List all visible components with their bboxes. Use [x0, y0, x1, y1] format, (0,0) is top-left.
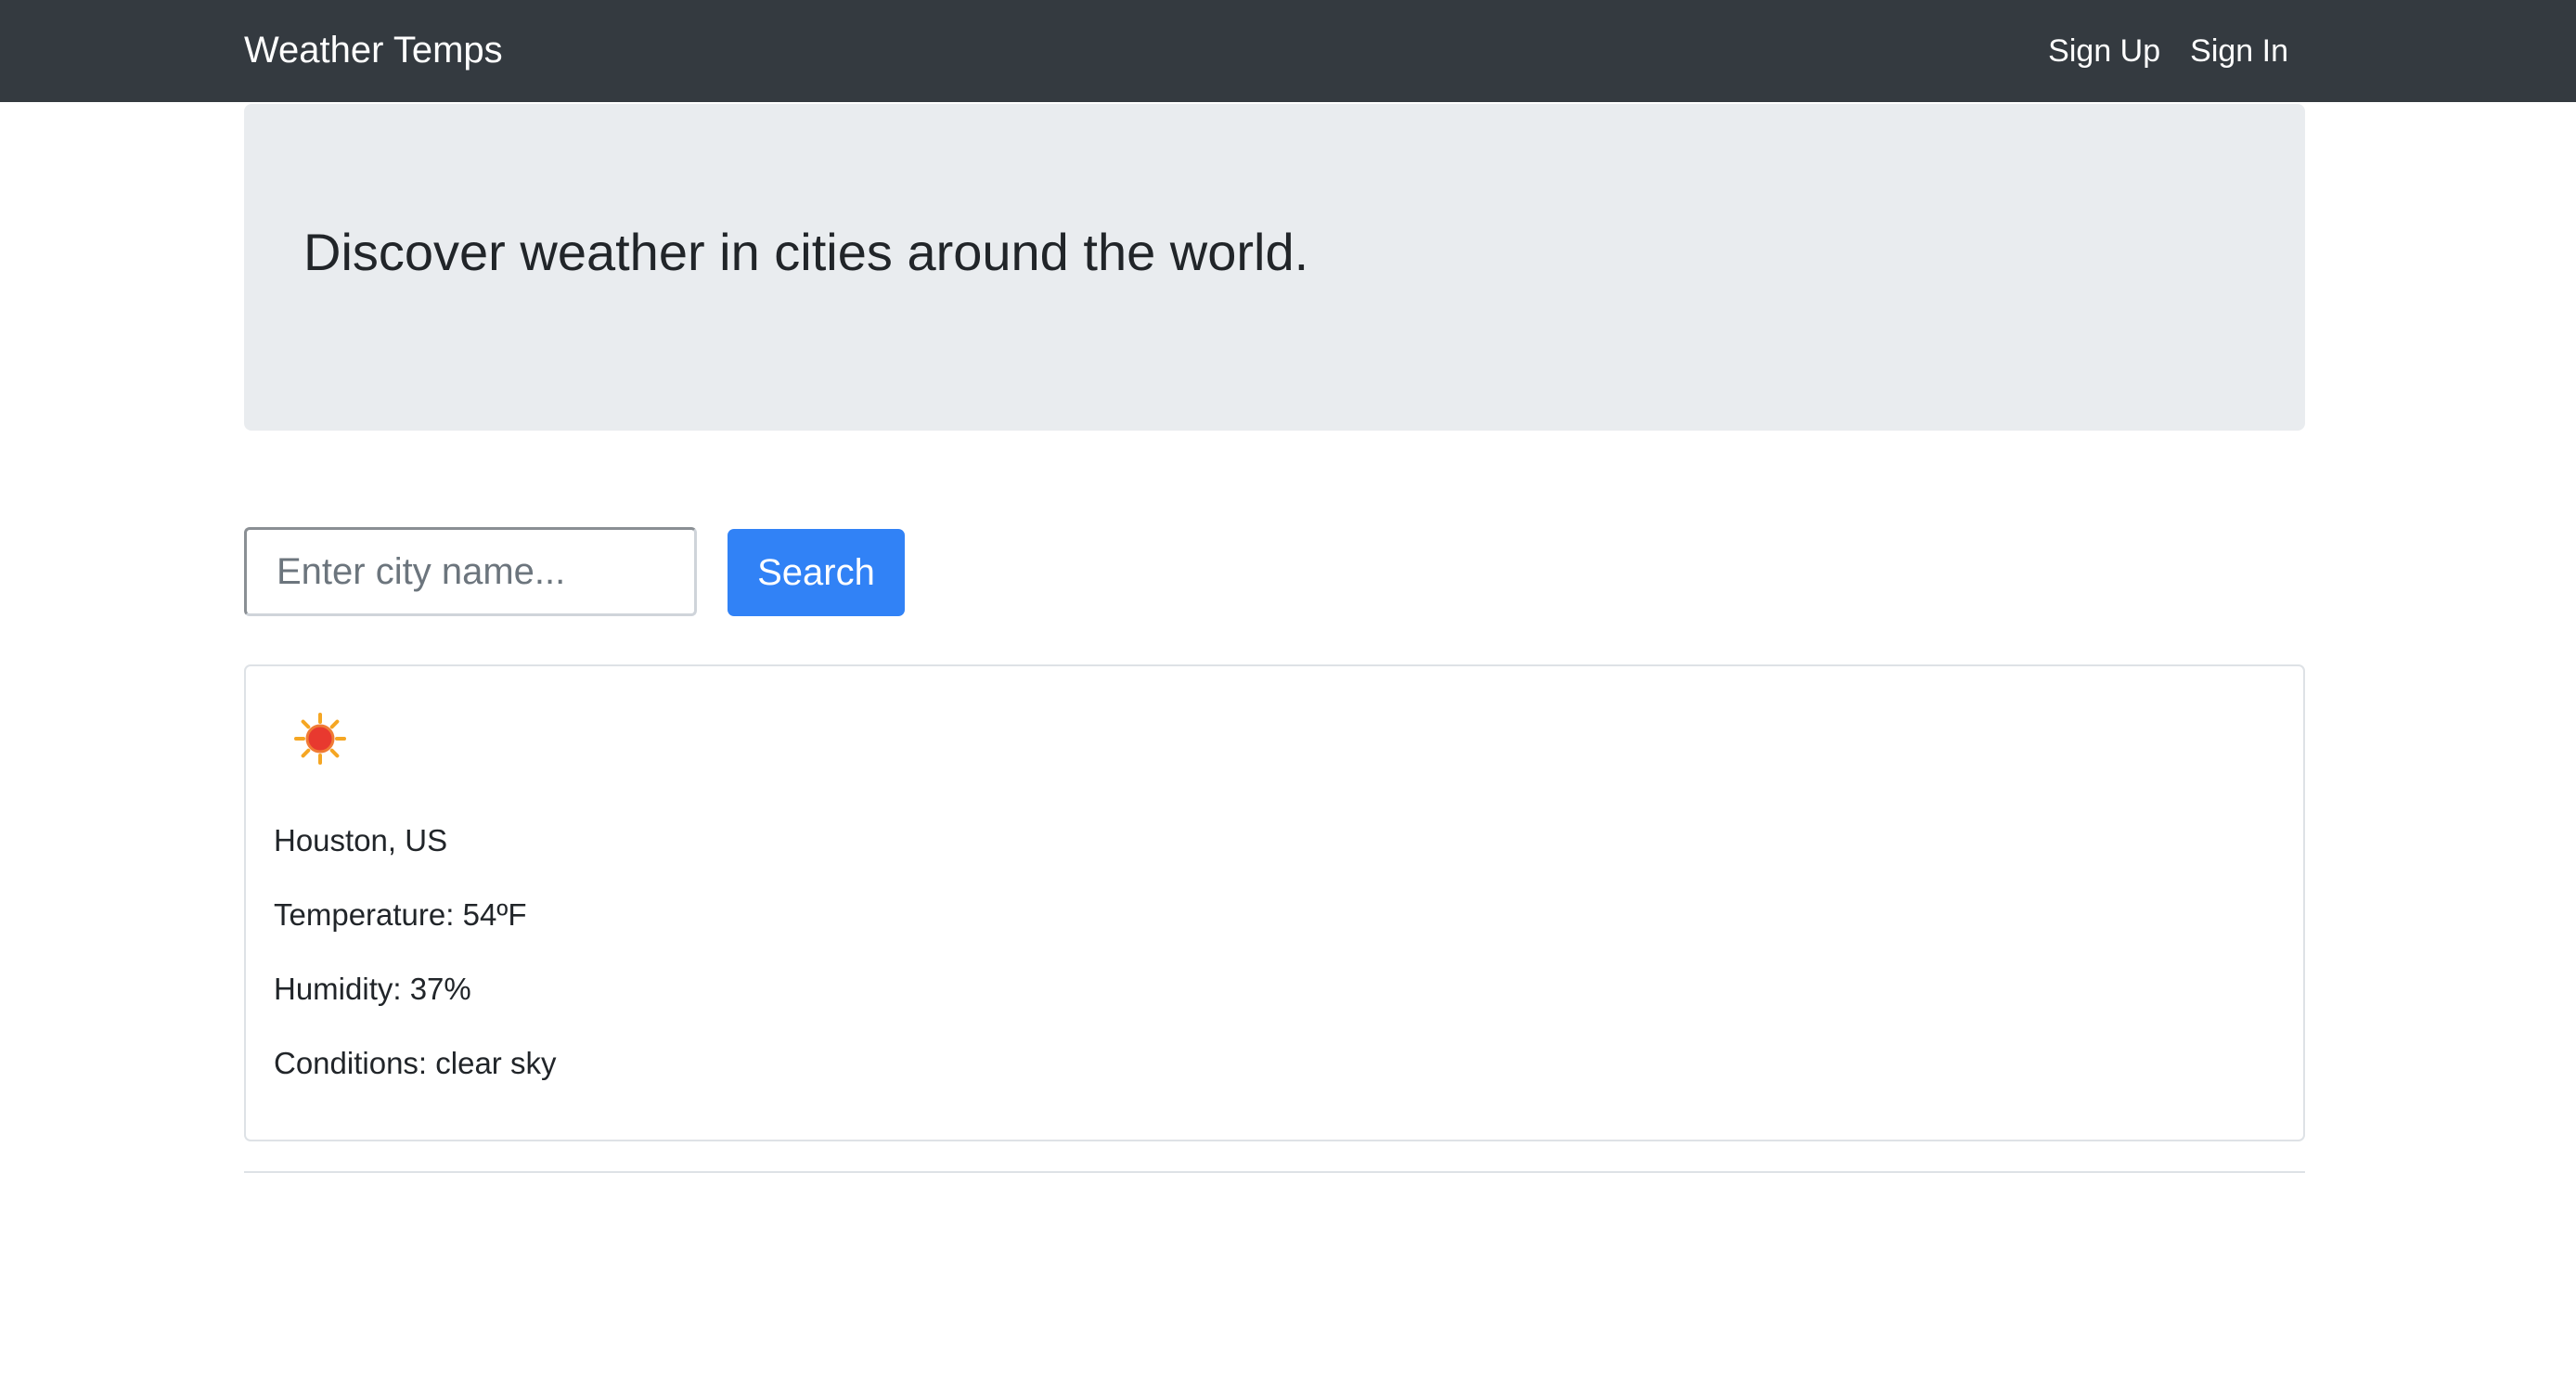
sun-icon — [294, 713, 346, 765]
weather-conditions: Conditions: clear sky — [274, 1046, 557, 1080]
weather-location: Houston, US — [274, 823, 448, 857]
brand-link[interactable]: Weather Temps — [244, 24, 503, 76]
hero-banner: Discover weather in cities around the wo… — [244, 104, 2305, 431]
sign-up-link[interactable]: Sign Up — [2048, 28, 2160, 74]
search-button[interactable]: Search — [728, 529, 905, 616]
sign-in-link[interactable]: Sign In — [2190, 28, 2288, 74]
weather-card: Houston, US Temperature: 54ºF Humidity: … — [244, 664, 2305, 1141]
divider — [244, 1171, 2305, 1173]
top-navbar: Weather Temps Sign Up Sign In — [0, 0, 2576, 102]
nav-links: Sign Up Sign In — [2048, 28, 2288, 74]
weather-temperature: Temperature: 54ºF — [274, 897, 527, 932]
city-search-input[interactable] — [244, 527, 697, 616]
weather-humidity: Humidity: 37% — [274, 972, 471, 1006]
hero-heading: Discover weather in cities around the wo… — [303, 223, 1309, 281]
